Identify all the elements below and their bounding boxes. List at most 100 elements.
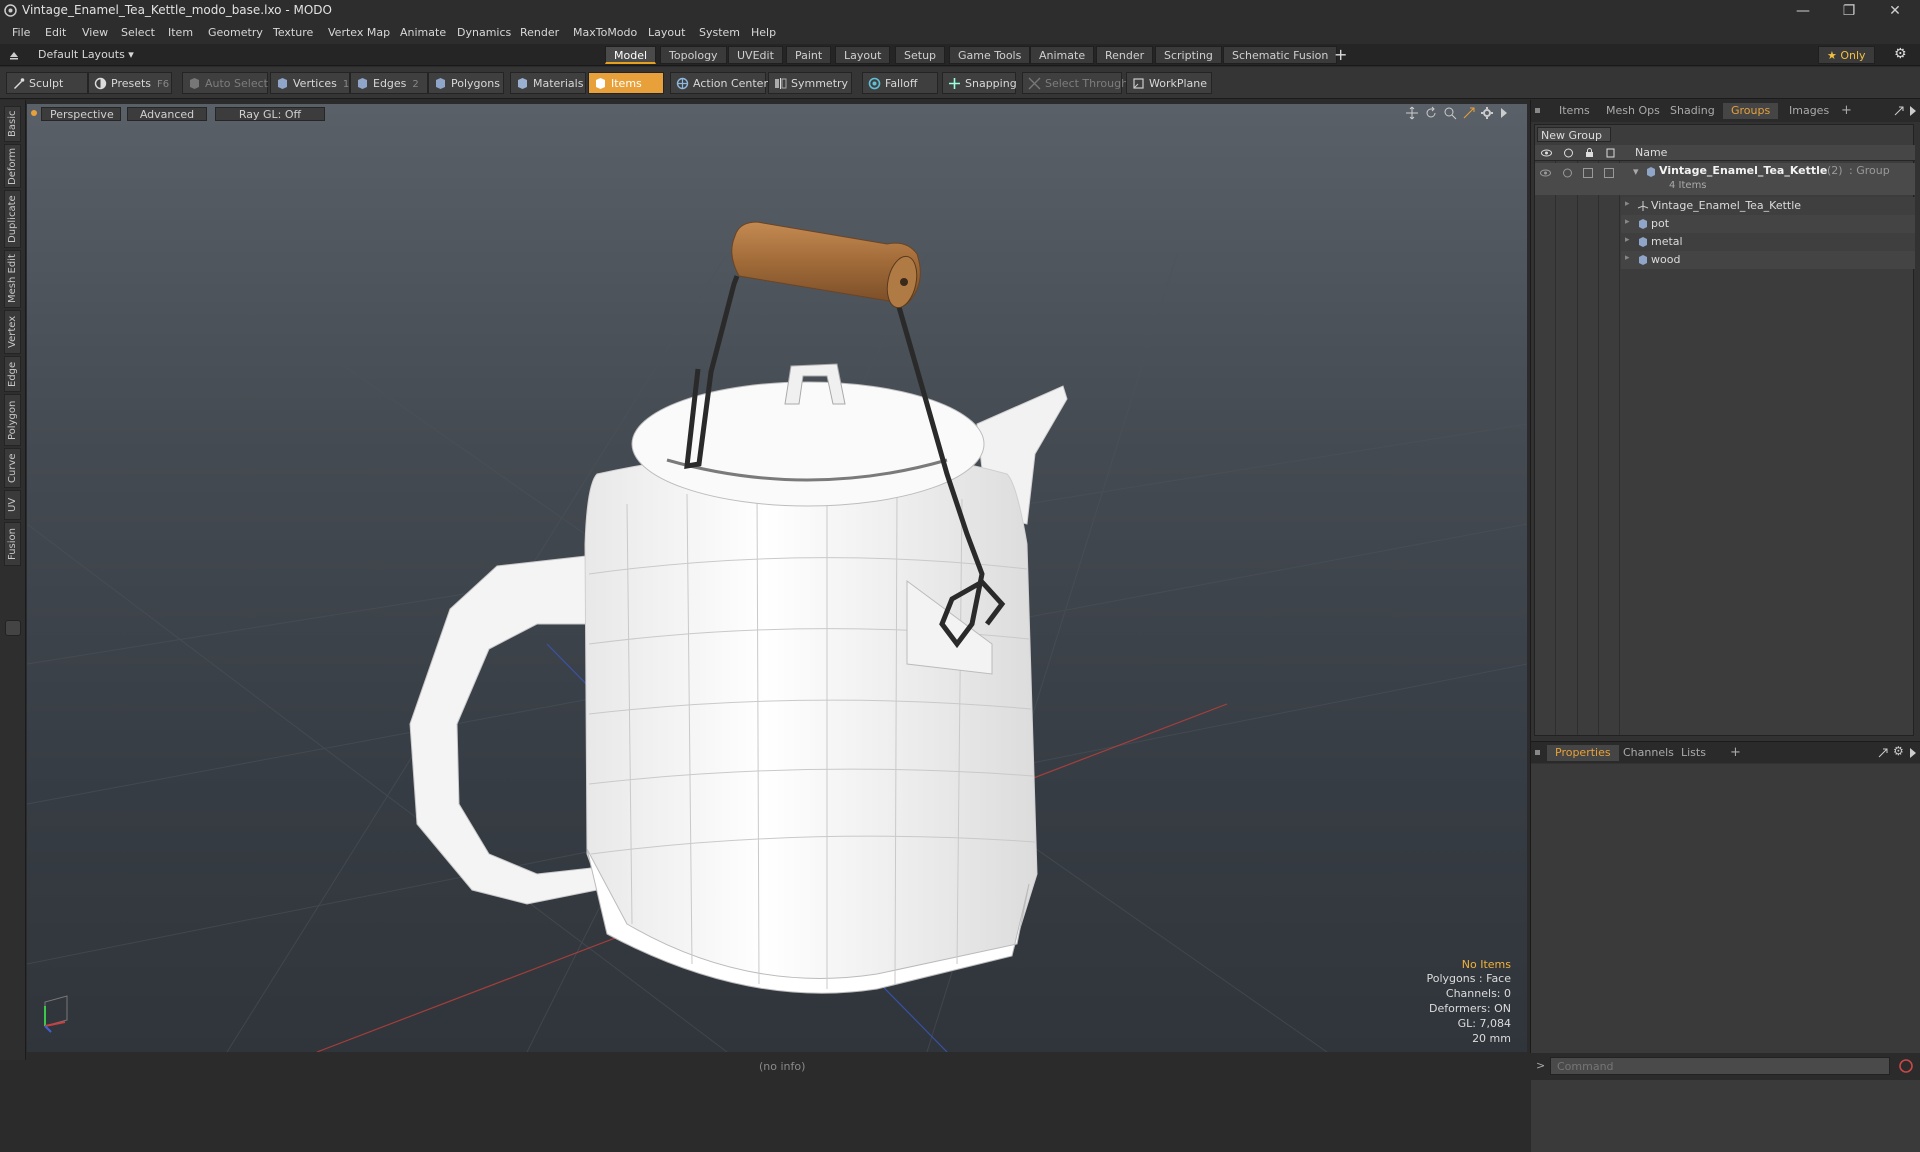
group-collapse-toggle[interactable]: ▾ xyxy=(1633,165,1639,178)
tab-groups[interactable]: Groups xyxy=(1723,103,1779,119)
workplane-button[interactable]: WorkPlane xyxy=(1126,72,1212,94)
menu-texture[interactable]: Texture xyxy=(273,26,313,39)
fit-icon[interactable] xyxy=(1462,106,1476,120)
tab-paint[interactable]: Paint xyxy=(786,46,832,64)
item-expand-toggle[interactable]: ▸ xyxy=(1625,217,1630,227)
tab-setup[interactable]: Setup xyxy=(895,46,946,64)
vtab-deform[interactable]: Deform xyxy=(4,144,21,188)
snapping-button[interactable]: Snapping xyxy=(942,72,1017,94)
pan-icon[interactable] xyxy=(1405,106,1419,120)
menu-dynamics[interactable]: Dynamics xyxy=(457,26,511,39)
tab-shading[interactable]: Shading xyxy=(1662,103,1723,119)
tab-animate[interactable]: Animate xyxy=(1030,46,1095,64)
render-column-icon[interactable] xyxy=(1563,148,1574,158)
perspective-button[interactable]: Perspective xyxy=(41,107,121,121)
layout-arrow-icon[interactable] xyxy=(8,49,20,61)
item-expand-toggle[interactable]: ▸ xyxy=(1625,253,1630,263)
menu-render[interactable]: Render xyxy=(520,26,559,39)
viewport-menu-dot[interactable] xyxy=(31,110,37,116)
vtab-duplicate[interactable]: Duplicate xyxy=(4,190,21,248)
group-visibility-icon[interactable] xyxy=(1540,168,1551,178)
panel-menu-dot[interactable] xyxy=(1535,750,1540,755)
sculpt-button[interactable]: Sculpt xyxy=(6,72,88,94)
only-button[interactable]: ★ Only xyxy=(1818,46,1875,64)
menu-system[interactable]: System xyxy=(699,26,740,39)
tab-items[interactable]: Items xyxy=(1551,103,1598,119)
visibility-column-icon[interactable] xyxy=(1541,148,1552,158)
tab-lists[interactable]: Lists xyxy=(1673,745,1714,761)
lock-column-icon[interactable] xyxy=(1584,148,1595,158)
kettle-model[interactable] xyxy=(27,104,1527,1052)
maximize-button[interactable]: ❐ xyxy=(1826,0,1872,22)
vtab-vertex[interactable]: Vertex xyxy=(4,310,21,354)
menu-view[interactable]: View xyxy=(82,26,108,39)
menu-maxtomodo[interactable]: MaxToModo xyxy=(573,26,637,39)
panel-menu-dot[interactable] xyxy=(1535,108,1540,113)
add-panel-tab-button[interactable]: + xyxy=(1841,103,1852,118)
viewport-expand-icon[interactable] xyxy=(1499,107,1509,119)
tab-schematic-fusion[interactable]: Schematic Fusion xyxy=(1223,46,1338,64)
select-through-button[interactable]: Select Through xyxy=(1022,72,1128,94)
rotate-icon[interactable] xyxy=(1424,106,1438,120)
vtab-basic[interactable]: Basic xyxy=(4,106,21,142)
polygons-button[interactable]: Polygons xyxy=(428,72,504,94)
menu-edit[interactable]: Edit xyxy=(45,26,66,39)
3d-viewport[interactable]: Perspective Advanced Ray GL: Off No Item… xyxy=(27,104,1527,1052)
presets-button[interactable]: Presets F6 xyxy=(88,72,172,94)
properties-expand-icon[interactable] xyxy=(1909,747,1917,759)
panel-maximize-icon[interactable] xyxy=(1893,105,1905,117)
menu-geometry[interactable]: Geometry xyxy=(208,26,263,39)
new-group-button[interactable]: New Group xyxy=(1537,127,1611,142)
item-expand-toggle[interactable]: ▸ xyxy=(1625,199,1630,209)
tab-mesh-ops[interactable]: Mesh Ops xyxy=(1598,103,1668,119)
tab-properties[interactable]: Properties xyxy=(1547,745,1619,761)
command-input[interactable] xyxy=(1550,1057,1890,1075)
menu-layout[interactable]: Layout xyxy=(648,26,685,39)
tab-scripting[interactable]: Scripting xyxy=(1155,46,1222,64)
materials-button[interactable]: Materials xyxy=(510,72,586,94)
panel-expand-icon[interactable] xyxy=(1909,105,1917,117)
tab-images[interactable]: Images xyxy=(1781,103,1837,119)
menu-animate[interactable]: Animate xyxy=(400,26,446,39)
minimize-button[interactable]: — xyxy=(1780,0,1826,22)
ray-gl-button[interactable]: Ray GL: Off xyxy=(215,107,325,121)
tab-channels[interactable]: Channels xyxy=(1615,745,1682,761)
menu-select[interactable]: Select xyxy=(121,26,155,39)
viewport-gear-icon[interactable] xyxy=(1480,106,1494,120)
edges-button[interactable]: Edges 2 xyxy=(350,72,428,94)
name-column-header[interactable]: Name xyxy=(1635,146,1667,159)
menu-vertex-map[interactable]: Vertex Map xyxy=(328,26,390,39)
group-select-checkbox[interactable] xyxy=(1604,168,1614,178)
vtab-mesh-edit[interactable]: Mesh Edit xyxy=(4,250,21,308)
tab-model[interactable]: Model xyxy=(605,46,657,64)
tab-game-tools[interactable]: Game Tools xyxy=(949,46,1031,64)
vtab-uv[interactable]: UV xyxy=(4,490,21,520)
zoom-icon[interactable] xyxy=(1443,106,1457,120)
menu-help[interactable]: Help xyxy=(751,26,776,39)
items-button[interactable]: Items xyxy=(588,72,664,94)
falloff-button[interactable]: Falloff xyxy=(862,72,938,94)
tab-render[interactable]: Render xyxy=(1096,46,1154,64)
list-item[interactable]: ▸ wood xyxy=(1621,251,1915,269)
add-properties-tab-button[interactable]: + xyxy=(1730,745,1741,760)
advanced-button[interactable]: Advanced xyxy=(127,107,207,121)
default-layouts-dropdown[interactable]: Default Layouts ▾ xyxy=(38,48,134,61)
select-column-icon[interactable] xyxy=(1605,148,1616,158)
vertices-button[interactable]: Vertices 1 xyxy=(270,72,350,94)
vtab-polygon[interactable]: Polygon xyxy=(4,394,21,446)
tab-uvedit[interactable]: UVEdit xyxy=(728,46,783,64)
group-lock-checkbox[interactable] xyxy=(1583,168,1593,178)
group-render-icon[interactable] xyxy=(1562,168,1573,178)
action-center-button[interactable]: Action Center xyxy=(670,72,768,94)
record-icon[interactable] xyxy=(1898,1058,1914,1074)
list-item[interactable]: ▸ Vintage_Enamel_Tea_Kettle xyxy=(1621,197,1915,215)
group-row[interactable]: ▾ Vintage_Enamel_Tea_Kettle (2) : Group … xyxy=(1535,163,1915,195)
gear-icon[interactable]: ⚙ xyxy=(1894,46,1907,62)
symmetry-button[interactable]: Symmetry xyxy=(768,72,852,94)
menu-item[interactable]: Item xyxy=(168,26,193,39)
tab-layout[interactable]: Layout xyxy=(835,46,891,64)
vtab-fusion[interactable]: Fusion xyxy=(4,522,21,566)
list-item[interactable]: ▸ pot xyxy=(1621,215,1915,233)
vtab-curve[interactable]: Curve xyxy=(4,448,21,488)
vtab-edge[interactable]: Edge xyxy=(4,356,21,392)
